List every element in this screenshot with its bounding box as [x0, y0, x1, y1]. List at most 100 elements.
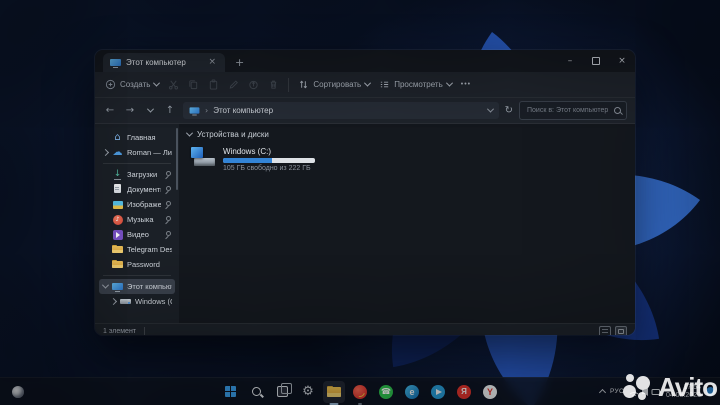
laptop-screen-photo: Этот компьютер × + – × Создать Сортирова… [0, 0, 720, 405]
red-app-button[interactable] [349, 381, 371, 405]
navigation-pane: Главная Roman — Личн Загрузки [95, 124, 179, 323]
toolbar-divider [288, 77, 290, 92]
whatsapp-icon: ☎ [379, 384, 393, 399]
yandex-browser-icon: Y [483, 384, 497, 399]
search-icon [251, 387, 261, 396]
chevron-right-icon[interactable] [109, 297, 117, 306]
sidebar-item-label: Roman — Личн [127, 148, 172, 157]
copy-icon[interactable] [188, 79, 199, 90]
file-explorer-button[interactable] [323, 380, 345, 405]
drive-icon [191, 147, 217, 167]
minimize-button[interactable]: – [557, 50, 583, 72]
language-indicator[interactable]: РУС [610, 388, 624, 395]
status-bar: 1 элемент [95, 323, 635, 335]
sidebar-item-onedrive[interactable]: Roman — Личн [99, 145, 175, 160]
tab-close-icon[interactable]: × [206, 58, 218, 67]
breadcrumb-location[interactable]: Этот компьютер [213, 106, 273, 115]
edge-icon: e [405, 384, 419, 399]
whatsapp-button[interactable]: ☎ [375, 381, 397, 403]
avito-logo-icon [622, 373, 653, 403]
recent-locations-icon[interactable] [143, 105, 157, 116]
content-pane: Устройства и диски Windows (C:) 105 ГБ с… [179, 124, 635, 323]
paste-icon[interactable] [208, 79, 219, 90]
tab-title: Этот компьютер [126, 58, 186, 67]
task-view-button[interactable] [271, 381, 293, 403]
maximize-button[interactable] [583, 50, 609, 72]
sort-button[interactable]: Сортировать [298, 79, 372, 90]
chevron-down-icon [153, 79, 161, 87]
icons-view-toggle[interactable] [615, 325, 627, 335]
chevron-right-icon[interactable] [101, 148, 109, 157]
documents-icon [112, 184, 123, 195]
window-body: Главная Roman — Личн Загрузки [95, 124, 635, 323]
sidebar-item-telegram-desktop[interactable]: Telegram Deskt [99, 242, 175, 257]
avito-brand-text: Avito [657, 372, 718, 402]
pin-icon [165, 216, 172, 223]
red-app-icon [353, 384, 367, 399]
start-button[interactable] [219, 381, 241, 403]
titlebar[interactable]: Этот компьютер × + – × [95, 50, 635, 72]
drive-item-windows-c[interactable]: Windows (C:) 105 ГБ свободно из 222 ГБ [191, 147, 635, 172]
new-button[interactable]: Создать [105, 79, 161, 90]
close-button[interactable]: × [609, 50, 635, 72]
taskbar-search-button[interactable] [245, 381, 267, 403]
taskbar: ⚙ ☎ e Я Y РУС 17:54 04.08.2023 [0, 377, 720, 405]
yandex-browser-button[interactable]: Y [479, 381, 501, 403]
delete-icon[interactable] [268, 79, 279, 90]
new-tab-button[interactable]: + [235, 54, 244, 72]
forward-icon[interactable]: → [123, 105, 137, 116]
ya-app-button[interactable]: Я [453, 381, 475, 403]
settings-button[interactable]: ⚙ [297, 381, 319, 403]
drive-icon [120, 296, 131, 307]
search-input[interactable] [525, 106, 610, 115]
maximize-icon [592, 57, 600, 65]
sidebar-item-label: Музыка [127, 215, 154, 224]
breadcrumb[interactable]: › Этот компьютер [183, 102, 499, 119]
sidebar-item-windows-c[interactable]: Windows (C:) [107, 294, 175, 309]
sidebar-item-this-pc[interactable]: Этот компьютер [99, 279, 175, 294]
this-pc-icon [190, 106, 200, 116]
sidebar-item-pictures[interactable]: Изображени [99, 197, 175, 212]
chevron-down-icon[interactable] [101, 281, 109, 289]
search-box[interactable] [519, 101, 627, 120]
music-icon [112, 214, 123, 225]
status-divider [144, 327, 146, 335]
chevron-down-icon [445, 79, 453, 87]
sidebar-item-videos[interactable]: Видео [99, 227, 175, 242]
collapse-icon[interactable] [185, 129, 194, 137]
share-icon[interactable] [248, 79, 259, 90]
avito-watermark: Avito [622, 372, 718, 403]
group-header-label: Устройства и диски [197, 130, 269, 139]
drive-usage-bar [223, 158, 315, 163]
sidebar-item-label: Telegram Deskt [127, 245, 172, 254]
up-icon[interactable]: ↑ [163, 105, 177, 116]
hidden-icons-chevron[interactable] [598, 388, 607, 397]
drive-info: Windows (C:) 105 ГБ свободно из 222 ГБ [223, 147, 315, 172]
address-dropdown-icon[interactable] [486, 105, 494, 113]
rename-icon[interactable] [228, 79, 239, 90]
back-icon[interactable]: ← [103, 105, 117, 116]
edge-button[interactable]: e [401, 381, 423, 403]
sidebar-item-music[interactable]: Музыка [99, 212, 175, 227]
telegram-button[interactable] [427, 381, 449, 403]
cut-icon[interactable] [168, 79, 179, 90]
sidebar-item-downloads[interactable]: Загрузки [99, 167, 175, 182]
command-bar: Создать Сортировать Просмотреть ••• [95, 72, 635, 98]
view-list-icon [381, 81, 389, 88]
sidebar-item-password[interactable]: Password [99, 257, 175, 272]
group-header-devices[interactable]: Устройства и диски [185, 129, 635, 139]
downloads-icon [112, 169, 123, 180]
sidebar-item-documents[interactable]: Документы [99, 182, 175, 197]
pin-icon [165, 201, 172, 208]
drive-body [194, 158, 215, 166]
sidebar-scrollbar[interactable] [176, 128, 178, 190]
details-view-toggle[interactable] [599, 325, 611, 335]
view-button[interactable]: Просмотреть [379, 79, 453, 90]
more-options-icon[interactable]: ••• [461, 81, 471, 88]
tab-this-pc[interactable]: Этот компьютер × [103, 53, 225, 72]
onedrive-cloud-icon [112, 147, 123, 158]
refresh-icon[interactable]: ↻ [505, 105, 513, 116]
plus-circle-icon [105, 79, 116, 90]
sidebar-item-home[interactable]: Главная [99, 130, 175, 145]
this-pc-icon [110, 57, 121, 68]
